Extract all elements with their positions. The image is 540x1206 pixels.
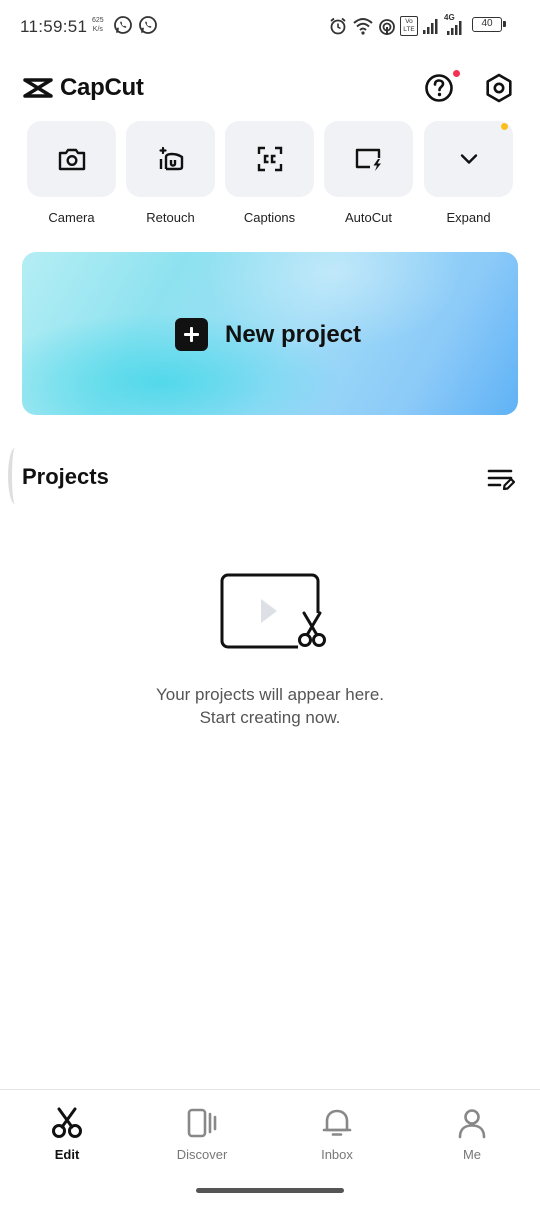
wifi-icon [353, 18, 373, 35]
app-name: CapCut [60, 74, 144, 101]
nav-inbox-label: Inbox [321, 1147, 353, 1162]
discover-icon [187, 1108, 217, 1138]
whatsapp-business-icon [139, 16, 157, 34]
tool-retouch-label: Retouch [146, 210, 195, 225]
net-speed: 625 K/s [92, 16, 104, 34]
projects-title: Projects [22, 464, 109, 489]
settings-icon[interactable] [483, 72, 515, 104]
net-speed-unit: K/s [92, 26, 103, 33]
empty-line-1: Your projects will appear here. [155, 685, 385, 704]
signal-icon-2 [447, 21, 462, 35]
nav-inbox[interactable]: Inbox [287, 1106, 387, 1166]
status-icons: Vo LTE 4G [328, 13, 464, 37]
tool-expand[interactable]: Expand [424, 121, 513, 231]
bell-icon [322, 1109, 352, 1136]
nav-discover[interactable]: Discover [152, 1106, 252, 1166]
new-project-content: New project [175, 318, 361, 351]
expand-new-dot [501, 123, 508, 130]
capcut-logo-icon [23, 78, 53, 98]
empty-projects-illustration [220, 573, 332, 653]
tool-captions[interactable]: Captions [225, 121, 314, 231]
notification-dot [453, 70, 460, 77]
nav-me[interactable]: Me [422, 1106, 522, 1166]
alarm-icon [330, 17, 346, 35]
nav-edit[interactable]: Edit [17, 1106, 117, 1166]
volte-badge: Vo LTE [400, 16, 418, 36]
tool-autocut[interactable]: AutoCut [324, 121, 413, 231]
signal-icon-1 [423, 19, 438, 34]
tool-autocut-tile[interactable] [324, 121, 413, 197]
tool-camera-tile[interactable] [27, 121, 116, 197]
captions-icon [257, 146, 282, 172]
tool-retouch-tile[interactable] [126, 121, 215, 197]
tool-camera-label: Camera [48, 210, 95, 225]
new-project-label: New project [225, 320, 362, 348]
tool-retouch[interactable]: Retouch [126, 121, 215, 231]
help-icon[interactable] [423, 72, 455, 104]
nav-discover-label: Discover [176, 1147, 228, 1162]
person-icon [458, 1109, 486, 1139]
volte-label: Vo LTE [403, 18, 415, 33]
status-time: 11:59:51 [20, 17, 88, 36]
tool-expand-tile[interactable] [424, 121, 513, 197]
manage-projects-icon[interactable] [487, 466, 515, 492]
capcut-logo: CapCut [22, 74, 144, 102]
app-header: CapCut [0, 60, 540, 116]
new-project-button[interactable]: New project [22, 252, 518, 415]
nav-me-label: Me [462, 1147, 482, 1162]
tool-autocut-label: AutoCut [345, 210, 392, 225]
battery-indicator: 40 [472, 17, 506, 32]
tool-captions-tile[interactable] [225, 121, 314, 197]
tool-camera[interactable]: Camera [27, 121, 116, 231]
tool-captions-label: Captions [243, 210, 296, 225]
edge-panel-handle[interactable] [8, 448, 22, 504]
hotspot-icon [379, 19, 395, 35]
home-indicator[interactable] [196, 1188, 344, 1193]
signal-4g: 4G [444, 13, 464, 36]
nav-edit-label: Edit [54, 1147, 80, 1162]
whatsapp-icon [114, 16, 132, 34]
battery-level: 40 [481, 18, 493, 29]
bottom-navigation: Edit Discover Inbox Me [0, 1089, 540, 1206]
net-speed-value: 625 [92, 17, 104, 24]
empty-message: Your projects will appear here. Start cr… [0, 683, 540, 729]
tool-expand-label: Expand [446, 210, 491, 225]
retouch-icon [158, 146, 183, 171]
projects-header: Projects [0, 448, 540, 508]
chevron-down-icon [460, 154, 477, 164]
plus-icon [175, 318, 208, 351]
autocut-icon [355, 148, 381, 171]
scissors-icon [52, 1107, 82, 1138]
camera-icon [58, 148, 85, 171]
tools-row: Camera Retouch Captions AutoCut Expand [0, 121, 540, 231]
status-bar: 11:59:51 625 K/s Vo LTE 4G 40 [0, 0, 540, 54]
empty-line-2: Start creating now. [199, 708, 341, 727]
